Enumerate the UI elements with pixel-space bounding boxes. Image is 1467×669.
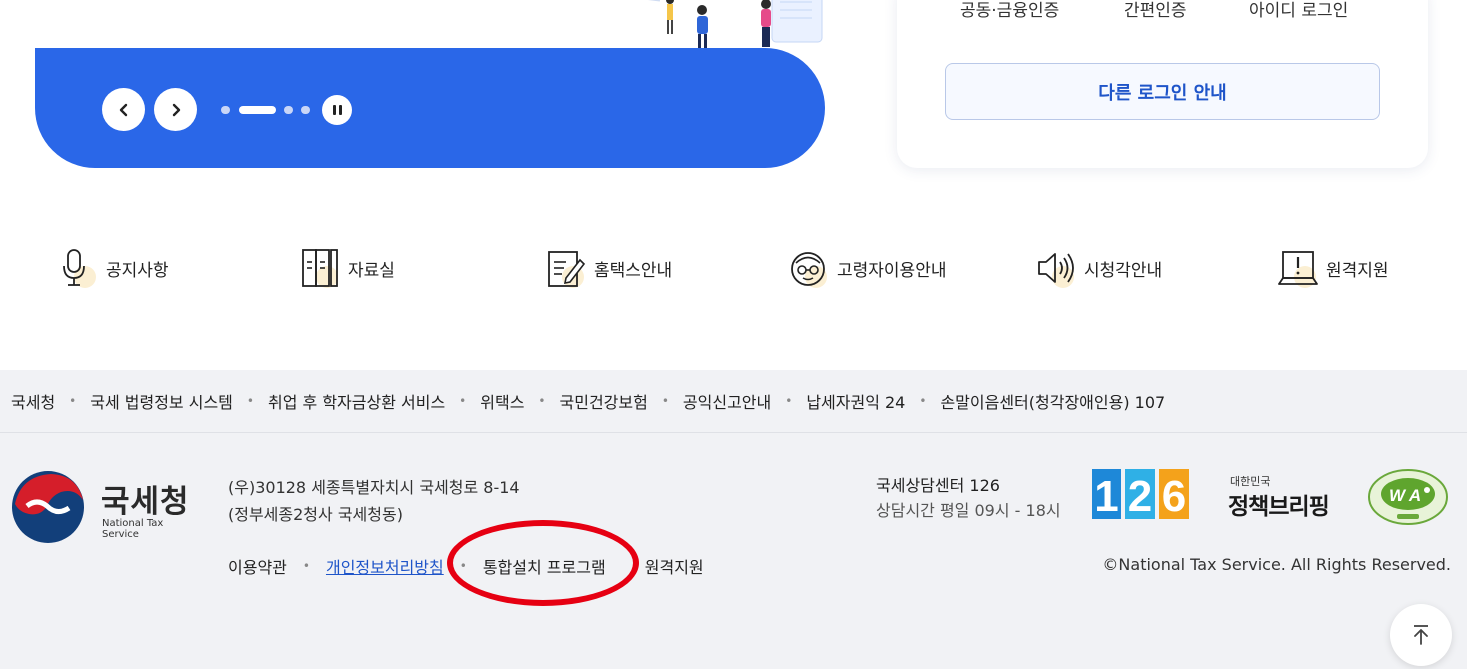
tax-counseling-center: 국세상담센터 126 <box>876 476 1000 495</box>
quick-menu-notice[interactable]: 공지사항 <box>58 246 169 290</box>
related-links-bar: 국세청 • 국세 법령정보 시스템 • 취업 후 학자금상환 서비스 • 위택스 • 국… <box>0 370 1467 433</box>
related-link[interactable]: 취업 후 학자금상환 서비스 <box>268 389 445 413</box>
quick-menu-label: 고령자이용안내 <box>837 260 947 281</box>
banner-indicator-dot[interactable] <box>221 106 230 114</box>
address-line: (우)30128 세종특별자치시 국세청로 8-14 <box>228 478 520 497</box>
separator-dot: • <box>69 394 77 408</box>
related-link[interactable]: 국세청 <box>11 389 55 413</box>
badge-digit-1: 1 <box>1094 472 1118 519</box>
quick-menu-elderly-guide[interactable]: 고령자이용안내 <box>789 246 946 290</box>
call-126-badge[interactable]: 1 2 6 <box>1092 469 1189 521</box>
banner-next-button[interactable] <box>154 88 197 131</box>
privacy-policy-link[interactable]: 개인정보처리방침 <box>326 554 444 578</box>
scroll-to-top-button[interactable] <box>1390 604 1452 666</box>
quick-menu-hometax-guide[interactable]: 홈택스안내 <box>546 246 672 290</box>
svg-text:A: A <box>1408 486 1421 505</box>
separator-dot: • <box>919 394 927 408</box>
web-accessibility-badge[interactable]: W A <box>1367 468 1449 526</box>
separator-dot: • <box>538 394 546 408</box>
main-top-section: 공동·금융인증 간편인증 아이디 로그인 다른 로그인 안내 공지사항 자료실 … <box>0 0 1467 370</box>
chevron-right-icon <box>172 103 180 116</box>
separator-dot: • <box>661 394 669 408</box>
banner-prev-button[interactable] <box>102 88 145 131</box>
separator-dot: • <box>302 559 310 573</box>
document-pen-icon <box>548 251 586 287</box>
related-link[interactable]: 공익신고안내 <box>683 389 771 413</box>
nts-logo[interactable]: 국세청 National Tax Service <box>11 470 201 545</box>
speaker-icon <box>1038 253 1074 283</box>
banner-indicator-dot[interactable] <box>284 106 293 114</box>
svg-text:W: W <box>1389 486 1407 505</box>
copyright-text: ©National Tax Service. All Rights Reserv… <box>1102 555 1451 574</box>
quick-menu-label: 공지사항 <box>106 260 169 281</box>
badge-digit-6: 6 <box>1162 472 1186 519</box>
logo-korean-name: 국세청 <box>101 484 190 520</box>
separator-dot: • <box>459 394 467 408</box>
arrow-up-icon <box>1414 625 1428 645</box>
logo-english-name: National Tax Service <box>102 518 164 540</box>
quick-menu-label: 시청각안내 <box>1084 260 1163 281</box>
separator-dot: • <box>246 394 254 408</box>
badge-briefing-text: 정책브리핑 <box>1228 494 1330 520</box>
taegeuk-emblem-icon <box>12 471 84 543</box>
quick-menu-label: 홈택스안내 <box>594 260 673 281</box>
counseling-hours: 상담시간 평일 09시 - 18시 <box>876 501 1061 520</box>
quick-menu-audiovisual-guide[interactable]: 시청각안내 <box>1036 246 1162 290</box>
remote-support-link[interactable]: 원격지원 <box>645 554 704 578</box>
pause-icon <box>332 105 336 115</box>
quick-menu-library[interactable]: 자료실 <box>300 246 395 290</box>
login-tab-id[interactable]: 아이디 로그인 <box>1249 0 1348 21</box>
other-login-guide-button[interactable]: 다른 로그인 안내 <box>945 63 1380 120</box>
banner-indicator-dot[interactable] <box>301 106 310 114</box>
banner-indicator-active[interactable] <box>239 106 276 114</box>
banner-pause-button[interactable] <box>322 95 352 125</box>
related-link[interactable]: 국세 법령정보 시스템 <box>90 389 233 413</box>
laptop-alert-icon <box>1278 251 1318 285</box>
login-tab-certificate[interactable]: 공동·금융인증 <box>960 0 1059 21</box>
wa-certification-icon: W A <box>1368 469 1448 525</box>
separator-dot: • <box>785 394 793 408</box>
policy-briefing-badge[interactable]: 대한민국 정책브리핑 <box>1228 473 1340 521</box>
site-footer: 국세청 • 국세 법령정보 시스템 • 취업 후 학자금상환 서비스 • 위택스 • 국… <box>0 370 1467 669</box>
highlight-annotation-ellipse <box>447 520 639 606</box>
address-line-building: (정부세종2청사 국세청동) <box>228 505 403 524</box>
related-link[interactable]: 납세자권익 24 <box>806 389 905 413</box>
quick-menu-label: 자료실 <box>348 260 395 281</box>
quick-menu-remote-support[interactable]: 원격지원 <box>1278 246 1389 290</box>
related-link[interactable]: 손말이음센터(청각장애인용) 107 <box>940 389 1165 413</box>
badge-126-logo: 1 2 6 <box>1092 469 1189 521</box>
related-link[interactable]: 국민건강보험 <box>560 389 648 413</box>
badge-digit-2: 2 <box>1128 472 1152 519</box>
elderly-face-icon <box>791 252 825 286</box>
microphone-icon <box>63 249 85 286</box>
chevron-left-icon <box>119 103 127 116</box>
related-link[interactable]: 위택스 <box>480 389 524 413</box>
quick-menu-label: 원격지원 <box>1326 260 1389 281</box>
binder-icon <box>302 249 338 287</box>
terms-link[interactable]: 이용약관 <box>228 554 287 578</box>
login-tab-simple[interactable]: 간편인증 <box>1124 0 1187 21</box>
